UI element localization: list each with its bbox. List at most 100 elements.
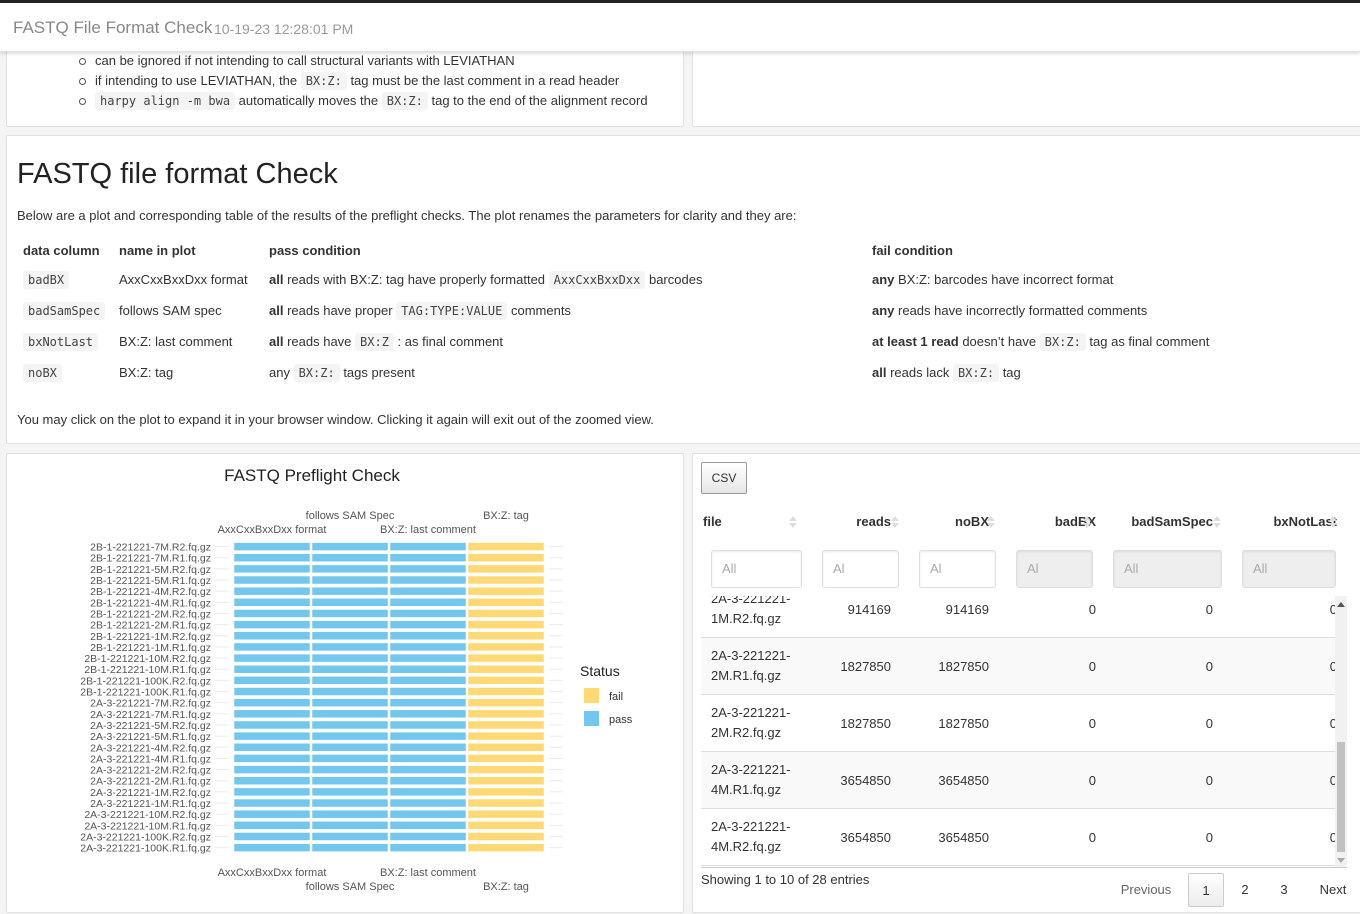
heatmap-cell — [311, 787, 389, 797]
text-span: automatically moves the — [235, 93, 382, 108]
heatmap-cell — [311, 631, 389, 641]
heatmap-cell — [233, 609, 311, 618]
column-code: bxNotLast — [23, 333, 99, 351]
sort-icon[interactable] — [1083, 506, 1091, 538]
filter-input-file[interactable]: All — [711, 550, 802, 588]
preflight-heatmap[interactable]: 2B-1-221221-7M.R2.fq.gz2B-1-221221-7M.R1… — [7, 454, 685, 914]
heatmap-cell — [467, 776, 545, 785]
badBX-cell: 0 — [1088, 602, 1096, 617]
scroll-up-arrow-icon[interactable] — [1337, 602, 1345, 607]
legend-label: pass — [609, 714, 633, 726]
column-code: noBX — [23, 364, 62, 382]
heatmap-cell — [389, 631, 467, 641]
plot-name-cell: follows SAM spec — [119, 303, 222, 318]
heatmap-cell — [233, 720, 311, 730]
emphasis-text: all — [269, 272, 284, 287]
table-scrollbar[interactable] — [1335, 596, 1347, 867]
column-header-reads[interactable]: reads — [811, 506, 891, 538]
fail-condition-cell: any BX:Z: barcodes have incorrect format — [866, 264, 1357, 295]
header-fail-condition: fail condition — [872, 242, 953, 258]
heatmap-cell — [311, 653, 389, 663]
heatmap-cell — [467, 731, 545, 741]
data-column-cell: bxNotLast — [17, 326, 113, 357]
table-row[interactable]: 2A-3-221221- 1M.R2.fq.gz 914169 914169 0 0 0 — [701, 596, 1341, 638]
scroll-down-arrow-icon[interactable] — [1337, 858, 1345, 863]
sort-icon[interactable] — [789, 506, 797, 538]
heatmap-cell — [389, 586, 467, 596]
sort-icon[interactable] — [891, 506, 899, 538]
column-header-noBX[interactable]: noBX — [911, 506, 989, 538]
heatmap-cell — [233, 832, 311, 841]
column-header-badSamSpec[interactable]: badSamSpec — [1101, 506, 1213, 538]
heatmap-cell — [467, 698, 545, 707]
heatmap-cell — [311, 575, 389, 585]
filter-input-badBX[interactable]: Al — [1016, 550, 1093, 588]
heatmap-cell — [311, 776, 389, 785]
text-span: tag — [999, 365, 1021, 380]
heatmap-cell — [311, 698, 389, 707]
page-1-button[interactable]: 1 — [1188, 873, 1224, 907]
heatmap-cell — [389, 832, 467, 841]
heatmap-cell — [389, 575, 467, 585]
table-row[interactable]: 2A-3-221221- 2M.R1.fq.gz 1827850 1827850 0 0 0 — [701, 638, 1341, 695]
filter-input-reads[interactable]: Al — [822, 550, 899, 588]
heatmap-cell — [311, 731, 389, 741]
heatmap-cell — [389, 787, 467, 797]
plot-card[interactable]: FASTQ Preflight Check 2B-1-221221-7M.R2.… — [6, 453, 684, 913]
heatmap-cell — [233, 586, 311, 596]
heatmap-cell — [467, 743, 545, 752]
column-header-file[interactable]: file — [703, 506, 783, 538]
sort-icon[interactable] — [1329, 506, 1337, 538]
heatmap-cell — [311, 843, 389, 852]
scroll-thumb[interactable] — [1337, 742, 1345, 852]
filter-input-noBX[interactable]: Al — [919, 550, 996, 588]
heatmap-cell — [389, 754, 467, 763]
data-column-cell: badSamSpec — [17, 295, 113, 326]
file-name-part: 1M.R2.fq.gz — [711, 611, 782, 626]
reads-cell: 914169 — [847, 602, 891, 617]
text-span: tag must be the last comment in a read h… — [346, 73, 620, 88]
heatmap-cell — [311, 720, 389, 730]
heatmap-cell — [233, 653, 311, 663]
heatmap-cell — [233, 642, 311, 652]
table-row[interactable]: 2A-3-221221- 4M.R2.fq.gz 3654850 3654850 0 0 0 — [701, 809, 1341, 866]
top-bar: FASTQ File Format Check 10-19-23 12:28:0… — [0, 0, 1360, 52]
heatmap-cell — [311, 821, 389, 830]
heatmap-cell — [233, 754, 311, 763]
file-name-part: 2A-3-221221- — [711, 819, 791, 834]
filter-input-bxNotLast[interactable]: All — [1242, 550, 1336, 588]
note-bullet: if intending to use LEVIATHAN, the BX:Z:… — [79, 71, 648, 91]
notes-card: can be ignored if not intending to call … — [6, 40, 684, 127]
emphasis-text: all — [269, 303, 284, 318]
heatmap-cell — [389, 542, 467, 551]
heatmap-cell — [467, 664, 545, 674]
badBX-cell: 0 — [1088, 830, 1096, 845]
notes-list: can be ignored if not intending to call … — [79, 51, 648, 111]
file-name-part: 2A-3-221221- — [711, 648, 791, 663]
next-page-button[interactable]: Next — [1313, 873, 1353, 907]
sort-icon[interactable] — [987, 506, 995, 538]
page-2-button[interactable]: 2 — [1231, 873, 1259, 907]
legend-title: Status — [580, 663, 620, 679]
page-3-button[interactable]: 3 — [1270, 873, 1298, 907]
x-tick-label-bottom: AxxCxxBxxDxx format — [218, 867, 327, 879]
table-row[interactable]: 2A-3-221221- 2M.R2.fq.gz 1827850 1827850 0 0 0 — [701, 695, 1341, 752]
heatmap-cell — [233, 776, 311, 785]
sort-icon[interactable] — [1213, 506, 1221, 538]
heatmap-cell — [233, 631, 311, 641]
bxNotLast-cell: 0 — [1329, 602, 1337, 617]
column-header-bxNotLast[interactable]: bxNotLast — [1231, 506, 1337, 538]
filter-input-badSamSpec[interactable]: All — [1113, 550, 1222, 588]
heatmap-cell — [233, 765, 311, 774]
text-span: if intending to use LEVIATHAN, the — [95, 73, 301, 88]
csv-export-button[interactable]: CSV — [701, 462, 747, 494]
heatmap-cell — [467, 809, 545, 819]
heatmap-cell — [389, 609, 467, 618]
text-span: tags present — [339, 365, 415, 380]
parameter-row: badBX AxxCxxBxxDxx format all reads with B… — [17, 264, 1357, 295]
heatmap-cell — [389, 598, 467, 607]
heatmap-cell — [389, 553, 467, 562]
previous-page-button[interactable]: Previous — [1111, 873, 1181, 907]
table-row[interactable]: 2A-3-221221- 4M.R1.fq.gz 3654850 3654850 0 0 0 — [701, 752, 1341, 809]
bxNotLast-cell: 0 — [1329, 659, 1337, 674]
